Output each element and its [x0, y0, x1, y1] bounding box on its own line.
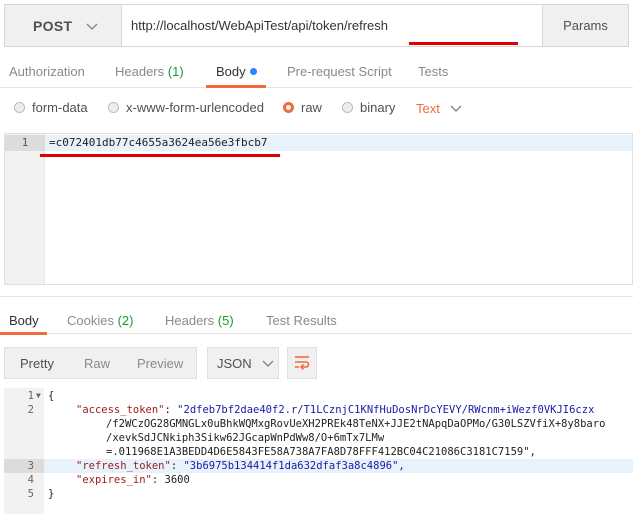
response-tabs: Body Cookies (2) Headers (5) Test Result… [0, 296, 633, 335]
tab-tests[interactable]: Tests [418, 64, 448, 79]
body-type-options: form-data x-www-form-urlencoded raw bina… [0, 96, 633, 120]
response-body-viewer[interactable]: 1 ▼ { 2 "access_token": "2dfeb7bf2dae40f… [4, 388, 633, 514]
code-text: "expires_in": 3600 [76, 474, 190, 486]
tab-response-body[interactable]: Body [9, 313, 39, 328]
radio-form-data[interactable]: form-data [14, 100, 88, 115]
annotation-underline-url [409, 42, 518, 45]
tab-response-headers[interactable]: Headers (5) [165, 313, 234, 328]
radio-label: binary [360, 100, 396, 115]
url-text: http://localhost/WebApiTest/api/token/re… [131, 18, 389, 33]
tab-headers-label: Headers [115, 64, 165, 79]
editor-gutter [5, 134, 45, 284]
active-tab-indicator [0, 332, 47, 335]
request-tabs: Authorization Headers (1) Body Pre-reque… [0, 56, 633, 88]
active-tab-indicator [206, 85, 266, 88]
code-line: 5 } [4, 487, 633, 501]
line-number: 4 [27, 474, 34, 486]
json-key: "expires_in" [76, 474, 152, 486]
tab-cookies-label: Cookies [67, 313, 114, 328]
line-number: 1 [5, 135, 45, 151]
annotation-underline-body [40, 154, 280, 157]
tab-test-results[interactable]: Test Results [266, 313, 337, 328]
tab-response-cookies[interactable]: Cookies (2) [67, 313, 133, 328]
json-string: =.011968E1A3BEDD4D6E5843FE58A738A7FA8D78… [106, 446, 536, 458]
radio-label: form-data [32, 100, 88, 115]
tab-authorization[interactable]: Authorization [9, 64, 85, 79]
request-bar: POST http://localhost/WebApiTest/api/tok… [4, 4, 629, 47]
content-type-select[interactable]: Text [416, 101, 462, 116]
line-number: 3 [4, 459, 44, 473]
code-text: "access_token": "2dfeb7bf2dae40f2.r/T1LC… [76, 404, 595, 416]
method-select[interactable]: POST [4, 4, 122, 47]
tab-cookies-count: (2) [117, 313, 134, 328]
code-line: 2 "access_token": "2dfeb7bf2dae40f2.r/T1… [4, 403, 633, 417]
radio-circle-icon [108, 102, 119, 113]
response-toolbar: Pretty Raw Preview JSON [4, 347, 629, 379]
pretty-button[interactable]: Pretty [20, 356, 54, 371]
method-label: POST [33, 17, 73, 34]
code-text: "refresh_token": "3b6975b134414f1da632df… [76, 460, 405, 472]
radio-label: raw [301, 100, 322, 115]
preview-button[interactable]: Preview [137, 356, 183, 371]
radio-circle-icon [14, 102, 25, 113]
json-string: /f2WCzOG28GMNGLx0uBhkWQMxgRovUeXH2PREk48… [106, 418, 606, 430]
code-text: { [48, 390, 55, 402]
editor-line: 1 =c072401db77c4655a3624ea56e3fbcb7 [5, 135, 632, 151]
params-button[interactable]: Params [543, 4, 629, 47]
modified-dot-icon [249, 68, 257, 75]
code-text: } [48, 488, 55, 500]
editor-line-text: =c072401db77c4655a3624ea56e3fbcb7 [49, 136, 268, 149]
tab-headers-label: Headers [165, 313, 215, 328]
view-mode-group: Pretty Raw Preview [4, 347, 197, 379]
fold-arrow-icon[interactable]: ▼ [36, 389, 41, 403]
chevron-down-icon [86, 18, 98, 34]
code-line-wrap: =.011968E1A3BEDD4D6E5843FE58A738A7FA8D78… [4, 445, 633, 459]
url-input[interactable]: http://localhost/WebApiTest/api/token/re… [122, 4, 543, 47]
json-number: 3600 [164, 474, 190, 486]
code-line: 4 "expires_in": 3600 [4, 473, 633, 487]
format-select[interactable]: JSON [207, 347, 279, 379]
line-number: 5 [27, 488, 34, 500]
tab-headers-count: (5) [217, 313, 234, 328]
wrap-lines-button[interactable] [287, 347, 317, 379]
tab-headers[interactable]: Headers (1) [115, 64, 184, 79]
wrap-lines-icon [293, 354, 311, 373]
json-string: "2dfeb7bf2dae40f2.r/T1LCznjC1KNfHuDosNrD… [177, 404, 595, 416]
line-number: 1 [27, 390, 34, 402]
code-line-wrap: /f2WCzOG28GMNGLx0uBhkWQMxgRovUeXH2PREk48… [4, 417, 633, 431]
tab-body-label: Body [216, 64, 246, 79]
json-string: /xevkSdJCNkiph3Sikw62JGcapWnPdWw8/O+6mTx… [106, 432, 385, 444]
radio-binary[interactable]: binary [342, 100, 395, 115]
code-line-wrap: /xevkSdJCNkiph3Sikw62JGcapWnPdWw8/O+6mTx… [4, 431, 633, 445]
content-type-label: Text [416, 101, 440, 116]
tab-pre-request-script[interactable]: Pre-request Script [287, 64, 392, 79]
radio-circle-icon [342, 102, 353, 113]
chevron-down-icon [262, 356, 274, 371]
radio-raw[interactable]: raw [283, 100, 322, 115]
tab-body[interactable]: Body [216, 64, 257, 79]
radio-label: x-www-form-urlencoded [126, 100, 264, 115]
tab-headers-count: (1) [167, 64, 184, 79]
radio-selected-icon [283, 102, 294, 113]
code-line-highlighted: 3 "refresh_token": "3b6975b134414f1da632… [4, 459, 633, 473]
code-line: 1 ▼ { [4, 389, 633, 403]
json-key: "access_token" [76, 404, 165, 416]
json-key: "refresh_token" [76, 460, 171, 472]
chevron-down-icon [450, 101, 462, 116]
json-string: "3b6975b134414f1da632dfaf3a8c4896", [183, 460, 405, 472]
radio-x-www-form-urlencoded[interactable]: x-www-form-urlencoded [108, 100, 264, 115]
format-label: JSON [217, 355, 252, 371]
line-number: 2 [27, 404, 34, 416]
raw-button[interactable]: Raw [84, 356, 110, 371]
